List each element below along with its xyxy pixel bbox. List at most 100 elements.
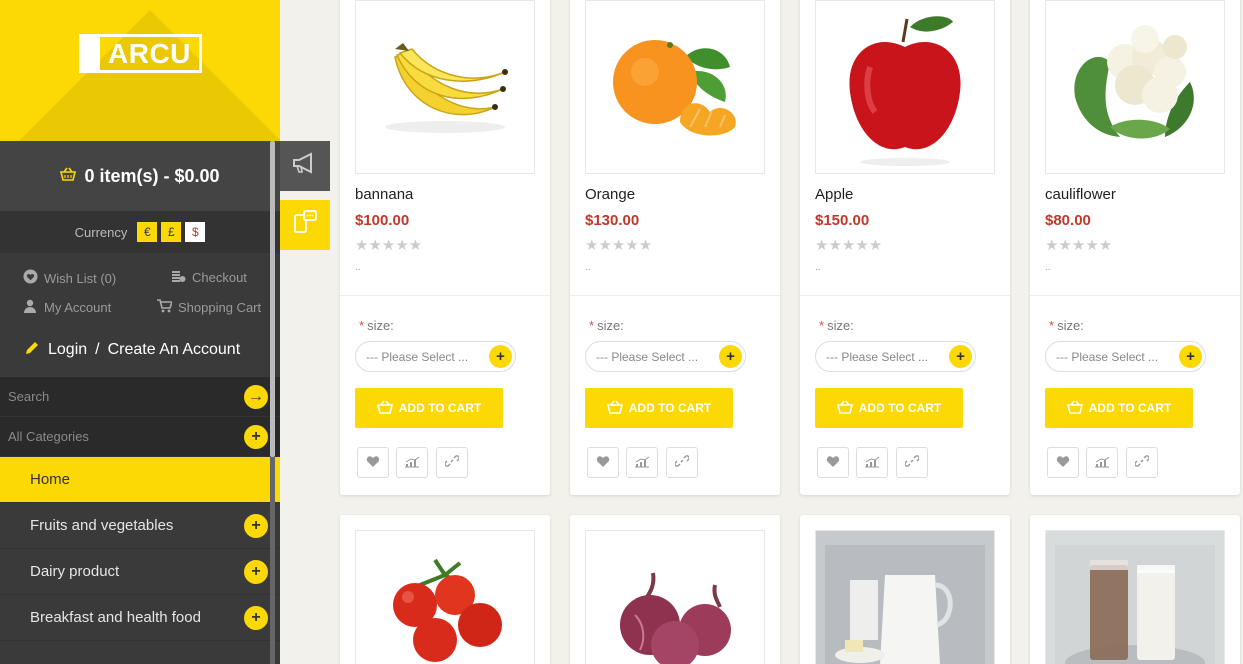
product-name[interactable]: Apple <box>815 186 853 203</box>
menu-item-label: Dairy product <box>30 563 120 580</box>
heart-icon <box>1056 455 1070 471</box>
size-select-value: --- Please Select ... <box>366 349 469 364</box>
wishlist-button[interactable] <box>1047 447 1079 478</box>
product-card-orange: Orange $130.00 ★★★★★ .. * size: --- Pleas… <box>570 0 780 495</box>
expand-categories-button[interactable]: + <box>244 424 268 449</box>
wishlist-link[interactable]: Wish List (0) <box>22 269 116 287</box>
expand-button[interactable]: + <box>244 605 268 630</box>
product-name[interactable]: cauliflower <box>1045 186 1116 203</box>
chart-icon <box>634 455 650 471</box>
size-select[interactable]: --- Please Select ... + <box>815 341 976 372</box>
link-button[interactable] <box>896 447 928 478</box>
login-link[interactable]: Login <box>48 341 87 359</box>
my-account-label: My Account <box>44 300 112 315</box>
expand-button[interactable]: + <box>244 513 268 538</box>
all-categories-label: All Categories <box>8 429 89 444</box>
search-input[interactable]: Search <box>8 389 49 404</box>
menu-item-breakfast-and-health-food[interactable]: Breakfast and health food + <box>0 595 280 641</box>
product-card-bannana: bannana $100.00 ★★★★★ .. * size: --- Plea… <box>340 0 550 495</box>
link-button[interactable] <box>1126 447 1158 478</box>
wishlist-button[interactable] <box>817 447 849 478</box>
product-image-banana[interactable] <box>355 0 535 174</box>
checkout-link[interactable]: Checkout <box>170 269 247 286</box>
cart-icon <box>156 299 173 316</box>
wishlist-button[interactable] <box>357 447 389 478</box>
product-price: $80.00 <box>1045 212 1091 229</box>
chart-icon <box>404 455 420 471</box>
auth-links: Login / Create An Account <box>0 323 280 377</box>
product-image-orange[interactable] <box>585 0 765 174</box>
search-go-button[interactable]: → <box>244 384 268 409</box>
my-account-link[interactable]: My Account <box>22 299 111 316</box>
product-card-onion <box>570 515 780 664</box>
add-to-cart-label: ADD TO CART <box>858 401 942 415</box>
currency-switcher: Currency € £ $ <box>0 211 280 253</box>
shopping-cart-link[interactable]: Shopping Cart <box>156 299 261 316</box>
add-to-cart-button[interactable]: ADD TO CART <box>355 388 503 428</box>
compare-button[interactable] <box>856 447 888 478</box>
menu-item-label: Breakfast and health food <box>30 609 201 626</box>
cart-summary[interactable]: 0 item(s) - $0.00 <box>0 141 280 211</box>
menu-item-label: Fruits and vegetables <box>30 517 174 534</box>
divider <box>800 295 1010 296</box>
compare-button[interactable] <box>396 447 428 478</box>
product-image-chocolate-milk[interactable] <box>1045 530 1225 664</box>
product-name[interactable]: bannana <box>355 186 413 203</box>
product-image-milk[interactable] <box>815 530 995 664</box>
link-button[interactable] <box>436 447 468 478</box>
currency-pound[interactable]: £ <box>161 222 182 242</box>
basket-icon <box>1066 400 1083 417</box>
menu-item-fruits-and-vegetables[interactable]: Fruits and vegetables + <box>0 503 280 549</box>
logo-text: ARCU <box>108 38 191 69</box>
add-to-cart-button[interactable]: ADD TO CART <box>815 388 963 428</box>
megaphone-icon <box>292 152 318 180</box>
product-image-apple[interactable] <box>815 0 995 174</box>
size-label: * size: <box>819 318 854 333</box>
size-select[interactable]: --- Please Select ... + <box>1045 341 1206 372</box>
sidebar: ARCU 0 item(s) - $0.00 Currency € £ $ Wi… <box>0 0 280 664</box>
menu-item-dairy-product[interactable]: Dairy product + <box>0 549 280 595</box>
add-to-cart-button[interactable]: ADD TO CART <box>1045 388 1193 428</box>
sidebar-scrollbar[interactable] <box>270 141 275 457</box>
compare-button[interactable] <box>1086 447 1118 478</box>
product-image-tomato[interactable] <box>355 530 535 664</box>
product-card-apple: Apple $150.00 ★★★★★ .. * size: --- Please… <box>800 0 1010 495</box>
plus-icon: + <box>251 608 261 626</box>
product-image-cauliflower[interactable] <box>1045 0 1225 174</box>
link-button[interactable] <box>666 447 698 478</box>
product-price: $150.00 <box>815 212 870 229</box>
logo[interactable]: ARCU <box>79 34 202 73</box>
basket-icon <box>606 400 623 417</box>
product-card-cauliflower: cauliflower $80.00 ★★★★★ .. * size: --- P… <box>1030 0 1240 495</box>
create-account-link[interactable]: Create An Account <box>108 341 241 359</box>
account-links: Wish List (0) Checkout My Account Shoppi… <box>0 253 280 323</box>
all-categories-toggle[interactable]: All Categories + <box>0 417 280 457</box>
currency-euro[interactable]: € <box>137 222 158 242</box>
announcement-tab[interactable] <box>280 141 330 191</box>
product-card-tomato <box>340 515 550 664</box>
link-icon <box>444 454 460 471</box>
product-description: .. <box>815 262 821 273</box>
size-select[interactable]: --- Please Select ... + <box>355 341 516 372</box>
size-label: * size: <box>589 318 624 333</box>
pencil-icon <box>24 340 40 361</box>
rating-stars: ★★★★★ <box>585 237 653 254</box>
divider <box>340 295 550 296</box>
search-bar[interactable]: Search → <box>0 377 280 417</box>
product-name[interactable]: Orange <box>585 186 635 203</box>
logo-area: ARCU <box>0 0 280 141</box>
expand-button[interactable]: + <box>244 559 268 584</box>
menu-item-home[interactable]: Home <box>0 457 280 503</box>
product-image-onion[interactable] <box>585 530 765 664</box>
product-description: .. <box>1045 262 1051 273</box>
wishlist-button[interactable] <box>587 447 619 478</box>
shopping-cart-label: Shopping Cart <box>178 300 262 315</box>
currency-dollar[interactable]: $ <box>185 222 206 242</box>
mobile-chat-tab[interactable] <box>280 200 330 250</box>
size-select[interactable]: --- Please Select ... + <box>585 341 746 372</box>
plus-icon: + <box>251 427 261 445</box>
add-to-cart-button[interactable]: ADD TO CART <box>585 388 733 428</box>
plus-icon: + <box>251 516 261 534</box>
compare-button[interactable] <box>626 447 658 478</box>
menu-item-label: Home <box>30 471 71 488</box>
